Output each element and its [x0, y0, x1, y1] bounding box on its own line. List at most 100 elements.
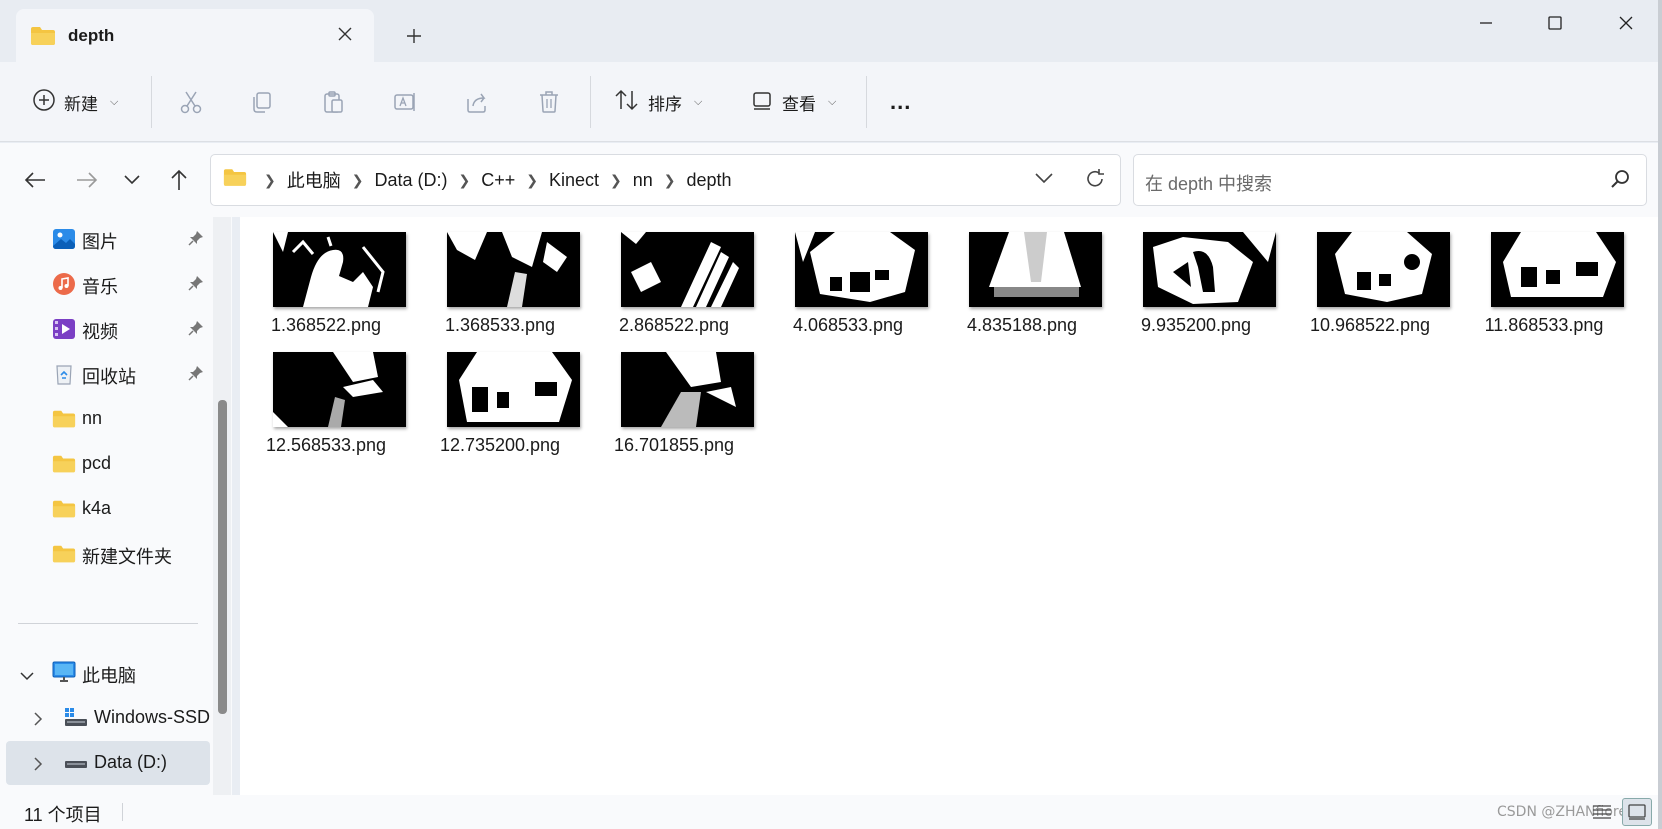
command-bar: 新建 ⌵ 排序 ⌵ 查看 ⌵ ... [0, 62, 1662, 142]
more-options-button[interactable]: ... [890, 82, 911, 122]
up-button[interactable] [162, 163, 196, 197]
sidebar-item-music[interactable]: 音乐 [0, 262, 210, 306]
back-button[interactable] [18, 163, 52, 197]
file-name: 12.568533.png [265, 435, 387, 455]
chevron-right-icon[interactable]: ❯ [610, 172, 622, 189]
cut-icon[interactable] [176, 87, 206, 117]
file-name: 1.368522.png [270, 315, 382, 335]
breadcrumb-kinect[interactable]: Kinect [549, 170, 599, 191]
sidebar-item-videos[interactable]: 视频 [0, 307, 210, 351]
breadcrumb-nn[interactable]: nn [633, 170, 653, 191]
forward-button[interactable] [70, 163, 104, 197]
folder-icon [52, 452, 76, 476]
view-label: 查看 [782, 94, 816, 114]
pin-icon[interactable] [188, 320, 204, 341]
sidebar-item-k4a[interactable]: k4a [0, 487, 210, 531]
sidebar-item-label: 回收站 [82, 367, 136, 387]
window-edge [1658, 0, 1662, 829]
file-name: 4.835188.png [966, 315, 1078, 335]
sidebar-item-data-drive[interactable]: Data (D:) [6, 741, 210, 785]
paste-icon[interactable] [318, 87, 348, 117]
recent-locations-button[interactable] [115, 163, 149, 197]
sidebar-item-pcd[interactable]: pcd [0, 442, 210, 486]
file-item[interactable]: 1.368522.png [240, 217, 412, 335]
breadcrumb-cpp[interactable]: C++ [481, 170, 515, 191]
videos-icon [52, 317, 76, 341]
sidebar-item-label: pcd [82, 453, 112, 473]
pin-icon[interactable] [188, 230, 204, 251]
sidebar-item-this-pc[interactable]: 此电脑 [0, 651, 210, 695]
image-thumbnail [1143, 232, 1276, 307]
item-count: 11 个项目 [24, 805, 102, 825]
pin-icon[interactable] [188, 365, 204, 386]
divider [866, 76, 867, 128]
folder-icon [223, 168, 247, 192]
chevron-right-icon[interactable] [34, 710, 43, 731]
file-item[interactable]: 4.068533.png [762, 217, 934, 335]
file-item[interactable]: 9.935200.png [1110, 217, 1282, 335]
breadcrumb-depth[interactable]: depth [687, 170, 732, 191]
sidebar-item-label: k4a [82, 498, 112, 518]
share-icon[interactable] [462, 87, 492, 117]
sidebar-item-label: 音乐 [82, 277, 118, 297]
view-button[interactable]: 查看 ⌵ [750, 82, 836, 122]
search-placeholder: 在 depth 中搜索 [1145, 174, 1273, 194]
file-name: 11.868533.png [1484, 315, 1604, 335]
chevron-right-icon[interactable]: ❯ [664, 172, 676, 189]
sidebar-item-label: 新建文件夹 [82, 547, 172, 567]
file-item[interactable]: 12.568533.png [240, 337, 412, 455]
chevron-right-icon[interactable]: ❯ [526, 172, 538, 189]
chevron-right-icon[interactable]: ❯ [352, 172, 364, 189]
copy-icon[interactable] [247, 87, 277, 117]
file-item[interactable]: 2.868522.png [588, 217, 760, 335]
pin-icon[interactable] [188, 275, 204, 296]
chevron-right-icon: ❯ [264, 171, 276, 188]
file-item[interactable]: 1.368533.png [414, 217, 586, 335]
drive-icon [64, 706, 88, 730]
add-circle-icon [32, 88, 56, 117]
search-icon[interactable] [1610, 169, 1630, 194]
divider [590, 76, 591, 128]
sidebar-scrollbar-thumb[interactable] [218, 400, 227, 714]
image-thumbnail [273, 352, 406, 427]
rename-icon[interactable] [390, 87, 420, 117]
minimize-button[interactable] [1456, 8, 1516, 38]
chevron-right-icon[interactable] [34, 755, 43, 776]
sidebar-item-windows-ssd[interactable]: Windows-SSD [0, 696, 213, 740]
file-item[interactable]: 11.868533.png [1458, 217, 1630, 335]
sidebar-item-recycle-bin[interactable]: 回收站 [0, 352, 210, 396]
details-view-button[interactable] [1587, 798, 1617, 826]
search-input[interactable]: 在 depth 中搜索 [1133, 154, 1647, 206]
close-window-button[interactable] [1596, 8, 1656, 38]
new-tab-button[interactable] [400, 22, 428, 50]
computer-icon [52, 661, 76, 685]
sidebar-item-new-folder[interactable]: 新建文件夹 [0, 532, 210, 576]
pictures-icon [52, 227, 76, 251]
chevron-down-icon: ⌵ [694, 95, 703, 108]
chevron-right-icon[interactable]: ❯ [458, 172, 470, 189]
new-button[interactable]: 新建 ⌵ [32, 82, 118, 122]
file-item[interactable]: 16.701855.png [588, 337, 760, 455]
thumbnails-view-button[interactable] [1622, 798, 1652, 826]
delete-icon[interactable] [534, 87, 564, 117]
image-thumbnail [621, 232, 754, 307]
file-item[interactable]: 12.735200.png [414, 337, 586, 455]
navigation-row: ❯ 此电脑 ❯ Data (D:) ❯ C++ ❯ Kinect ❯ nn ❯ … [0, 143, 1662, 217]
breadcrumb-data-drive[interactable]: Data (D:) [374, 170, 447, 191]
file-item[interactable]: 4.835188.png [936, 217, 1108, 335]
sidebar-item-pictures[interactable]: 图片 [0, 217, 210, 261]
maximize-button[interactable] [1525, 8, 1585, 38]
address-history-chevron-icon[interactable] [1035, 171, 1053, 189]
address-bar[interactable]: ❯ 此电脑 ❯ Data (D:) ❯ C++ ❯ Kinect ❯ nn ❯ … [210, 154, 1121, 206]
sidebar-item-nn[interactable]: nn [0, 397, 210, 441]
sort-button[interactable]: 排序 ⌵ [614, 82, 702, 122]
sidebar-item-label: Data (D:) [94, 752, 168, 772]
image-thumbnail [969, 232, 1102, 307]
file-item[interactable]: 10.968522.png [1284, 217, 1456, 335]
close-tab-icon[interactable] [332, 21, 358, 47]
sidebar-item-label: nn [82, 408, 103, 428]
breadcrumb-this-pc[interactable]: 此电脑 [287, 167, 341, 193]
chevron-down-icon[interactable] [20, 665, 34, 686]
refresh-icon[interactable] [1084, 168, 1106, 195]
tab-depth[interactable]: depth [16, 9, 374, 62]
